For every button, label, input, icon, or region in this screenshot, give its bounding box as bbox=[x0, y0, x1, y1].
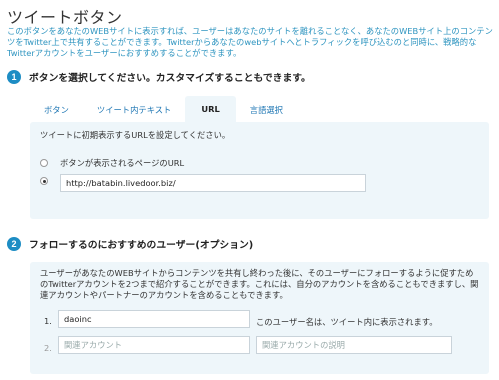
step2-header: 2 フォローするのにおすすめのユーザー(オプション) bbox=[7, 237, 253, 251]
recommended-user-2-input[interactable] bbox=[58, 336, 250, 354]
tab-tweet-text[interactable]: ツイート内テキスト bbox=[83, 98, 185, 122]
tab-button[interactable]: ボタン bbox=[30, 98, 83, 122]
step1-header: 1 ボタンを選択してください。カスタマイズすることもできます。 bbox=[7, 70, 311, 84]
recommended-user-2-description-input[interactable] bbox=[256, 336, 452, 354]
step2-title: フォローするのにおすすめのユーザー(オプション) bbox=[29, 240, 254, 251]
recommend-note: ユーザーがあなたのWEBサイトからコンテンツを共有し終わった後に、そのユーザーに… bbox=[40, 268, 479, 300]
step1-title: ボタンを選択してください。カスタマイズすることもできます。 bbox=[29, 73, 311, 84]
row2-number: 2. bbox=[44, 343, 52, 353]
radio-page-url[interactable] bbox=[40, 159, 48, 167]
radio-page-url-label: ボタンが表示されるページのURL bbox=[60, 158, 185, 168]
url-note: ツイートに初期表示するURLを設定してください。 bbox=[40, 130, 231, 140]
step2-number-badge: 2 bbox=[7, 237, 21, 251]
recommend-users-panel: ユーザーがあなたのWEBサイトからコンテンツを共有し終わった後に、そのユーザーに… bbox=[30, 262, 489, 374]
page-title: ツイートボタン bbox=[7, 8, 123, 27]
custom-url-input[interactable] bbox=[60, 174, 366, 192]
radio-row-page-url: ボタンが表示されるページのURL bbox=[40, 157, 184, 169]
recommended-user-1-input[interactable] bbox=[58, 310, 250, 328]
row1-number: 1. bbox=[44, 316, 52, 326]
radio-custom-url[interactable] bbox=[40, 177, 48, 185]
intro-text: このボタンをあなたのWEBサイトに表示すれば、ユーザーはあなたのサイトを離れるこ… bbox=[7, 26, 493, 58]
customize-tabs: ボタン ツイート内テキスト URL 言語選択 bbox=[30, 96, 297, 122]
url-settings-panel: ツイートに初期表示するURLを設定してください。 ボタンが表示されるページのUR… bbox=[30, 122, 489, 219]
tab-url[interactable]: URL bbox=[185, 96, 236, 122]
tab-language[interactable]: 言語選択 bbox=[236, 98, 297, 122]
step1-number-badge: 1 bbox=[7, 70, 21, 84]
radio-row-custom-url bbox=[40, 177, 48, 185]
row1-hint: このユーザー名は、ツイート内に表示されます。 bbox=[256, 317, 438, 327]
